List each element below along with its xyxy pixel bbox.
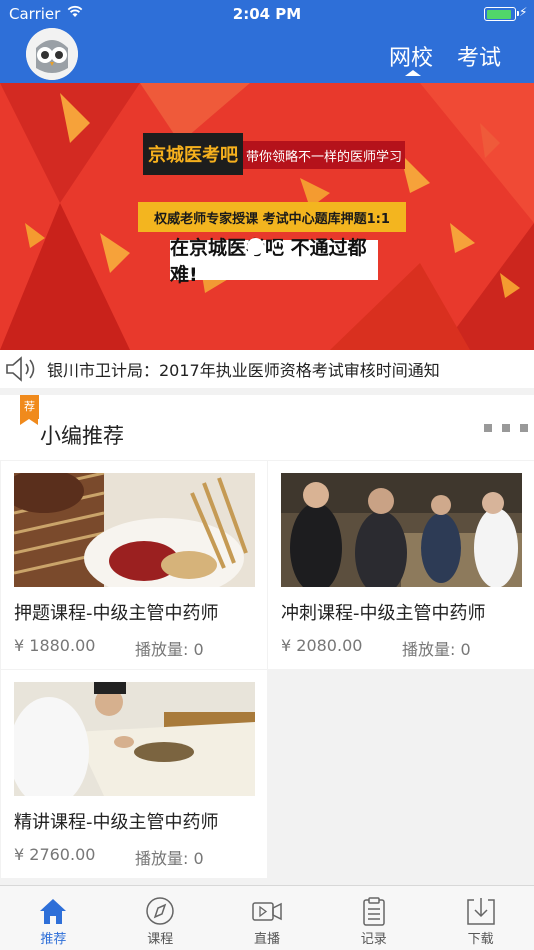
course-price: ¥ 2760.00 bbox=[14, 845, 96, 864]
owl-logo-icon bbox=[26, 28, 78, 80]
speaker-icon bbox=[6, 356, 35, 382]
recommend-section-header: 荐 小编推荐 bbox=[0, 395, 534, 460]
home-icon bbox=[40, 899, 67, 924]
course-thumbnail bbox=[14, 473, 255, 587]
recommend-tag: 荐 bbox=[20, 395, 39, 425]
tab-label: 下载 bbox=[467, 932, 494, 947]
carousel-dot[interactable] bbox=[272, 240, 285, 253]
promo-banner[interactable]: 京城医考吧 带你领略不一样的医师学习 权威老师专家授课 考试中心题库押题1:1 … bbox=[0, 83, 534, 350]
tab-label: 直播 bbox=[253, 932, 280, 947]
battery-icon bbox=[484, 7, 519, 21]
course-card[interactable]: 精讲课程-中级主管中药师 ¥ 2760.00 播放量: 0 bbox=[1, 670, 267, 878]
course-title[interactable]: 冲刺课程-中级主管中药师 bbox=[281, 599, 486, 625]
tab-courses[interactable]: 课程 bbox=[107, 886, 214, 950]
course-play-count: 播放量: 0 bbox=[402, 640, 471, 659]
download-icon bbox=[466, 898, 495, 925]
notice-bar[interactable]: 银川市卫计局：2017年执业医师资格考试审核时间通知 bbox=[0, 350, 534, 388]
clock: 2:04 PM bbox=[232, 5, 302, 23]
charging-icon: ⚡ bbox=[519, 5, 528, 19]
status-bar: Carrier 2:04 PM ⚡ bbox=[0, 0, 534, 28]
course-title[interactable]: 精讲课程-中级主管中药师 bbox=[14, 808, 219, 834]
tab-kaoshi[interactable]: 考试 bbox=[457, 40, 501, 72]
notice-text[interactable]: 银川市卫计局：2017年执业医师资格考试审核时间通知 bbox=[47, 357, 440, 381]
course-title[interactable]: 押题课程-中级主管中药师 bbox=[14, 599, 219, 625]
banner-subtitle: 带你领略不一样的医师学习 bbox=[243, 141, 405, 169]
banner-tagline: 权威老师专家授课 考试中心题库押题1:1 bbox=[138, 202, 406, 232]
banner-title: 京城医考吧 bbox=[143, 133, 243, 175]
course-price: ¥ 1880.00 bbox=[14, 636, 96, 655]
tab-label: 推荐 bbox=[40, 932, 67, 947]
course-play-count: 播放量: 0 bbox=[135, 849, 204, 868]
app-header: Carrier 2:04 PM ⚡ 网校 考试 bbox=[0, 0, 534, 83]
tab-downloads[interactable]: 下载 bbox=[427, 886, 534, 950]
bottom-tab-bar: 推荐 课程 直播 记录 下载 bbox=[0, 885, 534, 950]
tab-label: 记录 bbox=[360, 932, 387, 947]
avatar[interactable] bbox=[26, 28, 78, 80]
course-thumbnail bbox=[281, 473, 522, 587]
section-title: 小编推荐 bbox=[40, 424, 124, 448]
active-tab-indicator bbox=[405, 70, 421, 76]
course-play-count: 播放量: 0 bbox=[135, 640, 204, 659]
tab-records[interactable]: 记录 bbox=[320, 886, 427, 950]
carousel-dot-active[interactable] bbox=[247, 238, 264, 255]
course-card[interactable]: 冲刺课程-中级主管中药师 ¥ 2080.00 播放量: 0 bbox=[268, 461, 534, 669]
video-camera-icon bbox=[252, 902, 282, 921]
clipboard-icon bbox=[363, 897, 385, 926]
tab-label: 课程 bbox=[147, 932, 174, 947]
tab-recommend[interactable]: 推荐 bbox=[0, 886, 107, 950]
tab-live[interactable]: 直播 bbox=[214, 886, 321, 950]
compass-icon bbox=[146, 897, 174, 925]
course-thumbnail bbox=[14, 682, 255, 796]
course-card[interactable]: 押题课程-中级主管中药师 ¥ 1880.00 播放量: 0 bbox=[1, 461, 267, 669]
tab-wangxiao[interactable]: 网校 bbox=[389, 40, 433, 72]
more-icon[interactable] bbox=[484, 424, 528, 432]
course-price: ¥ 2080.00 bbox=[281, 636, 363, 655]
